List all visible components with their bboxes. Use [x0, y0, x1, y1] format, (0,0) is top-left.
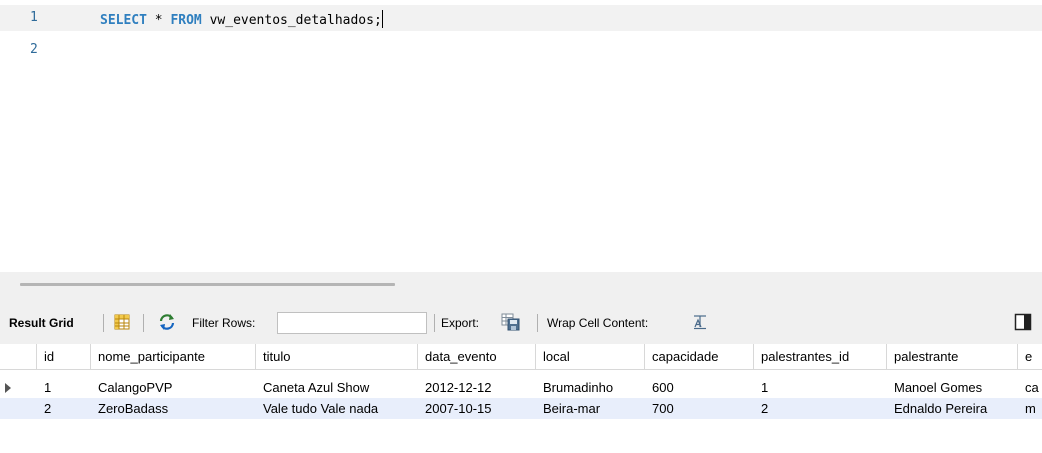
export-text: Export: [441, 316, 480, 330]
cell-palestrantes-id[interactable]: 2 [754, 398, 887, 419]
panel-toggle-button[interactable] [1014, 302, 1032, 344]
sql-operator: * [146, 13, 171, 28]
cell-capacidade[interactable]: 600 [645, 377, 754, 398]
row-pointer-icon [5, 383, 11, 393]
refresh-button[interactable] [157, 302, 177, 344]
cell-local[interactable]: Beira-mar [536, 398, 645, 419]
cell-nome-participante[interactable]: CalangoPVP [91, 377, 256, 398]
refresh-icon [157, 312, 177, 335]
column-header-local[interactable]: local [536, 344, 645, 370]
table-row[interactable]: 1 CalangoPVP Caneta Azul Show 2012-12-12… [0, 377, 1042, 398]
row-header-corner [0, 344, 37, 370]
column-header-truncated[interactable]: e [1018, 344, 1042, 370]
grid-view-icon [112, 312, 132, 335]
row-selector[interactable] [0, 398, 30, 419]
result-grid-label: Result Grid [9, 316, 74, 330]
cell-palestrantes-id[interactable]: 1 [754, 377, 887, 398]
export-button[interactable] [500, 302, 522, 344]
wrap-cell-label: Wrap Cell Content: [547, 302, 648, 344]
cell-truncated[interactable]: ca [1018, 377, 1042, 398]
cell-data-evento[interactable]: 2012-12-12 [418, 377, 536, 398]
column-header-palestrantes-id[interactable]: palestrantes_id [754, 344, 887, 370]
cell-capacidade[interactable]: 700 [645, 398, 754, 419]
sql-keyword-from: FROM [170, 13, 202, 28]
export-icon [500, 312, 522, 335]
cell-titulo[interactable]: Vale tudo Vale nada [256, 398, 418, 419]
column-header-capacidade[interactable]: capacidade [645, 344, 754, 370]
cell-nome-participante[interactable]: ZeroBadass [91, 398, 256, 419]
result-grid-tab[interactable]: Result Grid [9, 302, 74, 344]
cell-local[interactable]: Brumadinho [536, 377, 645, 398]
column-header-id[interactable]: id [37, 344, 91, 370]
grid-header: id nome_participante titulo data_evento … [0, 344, 1042, 370]
column-header-titulo[interactable]: titulo [256, 344, 418, 370]
cell-data-evento[interactable]: 2007-10-15 [418, 398, 536, 419]
filter-rows-text: Filter Rows: [192, 316, 256, 330]
cell-id[interactable]: 2 [37, 398, 91, 419]
cell-palestrante[interactable]: Manoel Gomes [887, 377, 1018, 398]
code-line-2[interactable]: 2 [0, 37, 1042, 63]
cell-truncated[interactable]: m [1018, 398, 1042, 419]
sql-table-name: vw_eventos_detalhados; [201, 13, 382, 28]
column-header-nome-participante[interactable]: nome_participante [91, 344, 256, 370]
cell-id[interactable]: 1 [37, 377, 91, 398]
code-line-1[interactable]: 1 SELECT * FROM vw_eventos_detalhados; [0, 5, 1042, 31]
table-row[interactable]: 2 ZeroBadass Vale tudo Vale nada 2007-10… [0, 398, 1042, 419]
cell-titulo[interactable]: Caneta Azul Show [256, 377, 418, 398]
toolbar-divider [143, 314, 144, 332]
text-caret [381, 10, 383, 28]
grid-view-button[interactable] [112, 302, 132, 344]
row-selector[interactable] [0, 377, 30, 398]
toolbar-divider [537, 314, 538, 332]
result-grid[interactable]: id nome_participante titulo data_evento … [0, 344, 1042, 453]
column-header-palestrante[interactable]: palestrante [887, 344, 1018, 370]
sql-keyword-select: SELECT [100, 13, 147, 28]
sql-statement[interactable]: SELECT * FROM vw_eventos_detalhados; [100, 10, 383, 28]
toolbar-divider [434, 314, 435, 332]
panel-toggle-icon [1014, 313, 1032, 334]
result-toolbar: Result Grid Filter Rows: Export: Wrap Ce… [0, 302, 1042, 344]
wrap-cell-text: Wrap Cell Content: [547, 316, 649, 330]
splitter-handle[interactable] [20, 283, 395, 286]
column-header-data-evento[interactable]: data_evento [418, 344, 536, 370]
filter-rows-label: Filter Rows: [192, 302, 255, 344]
toolbar-divider [103, 314, 104, 332]
wrap-icon [692, 313, 708, 334]
filter-rows-input[interactable] [277, 312, 427, 334]
sql-editor[interactable]: 1 SELECT * FROM vw_eventos_detalhados; 2 [0, 0, 1042, 272]
cell-palestrante[interactable]: Ednaldo Pereira [887, 398, 1018, 419]
export-label: Export: [441, 302, 479, 344]
panel-splitter[interactable] [0, 272, 1042, 302]
wrap-cell-button[interactable] [692, 302, 708, 344]
line-number: 1 [30, 10, 38, 25]
line-number: 2 [30, 42, 38, 57]
